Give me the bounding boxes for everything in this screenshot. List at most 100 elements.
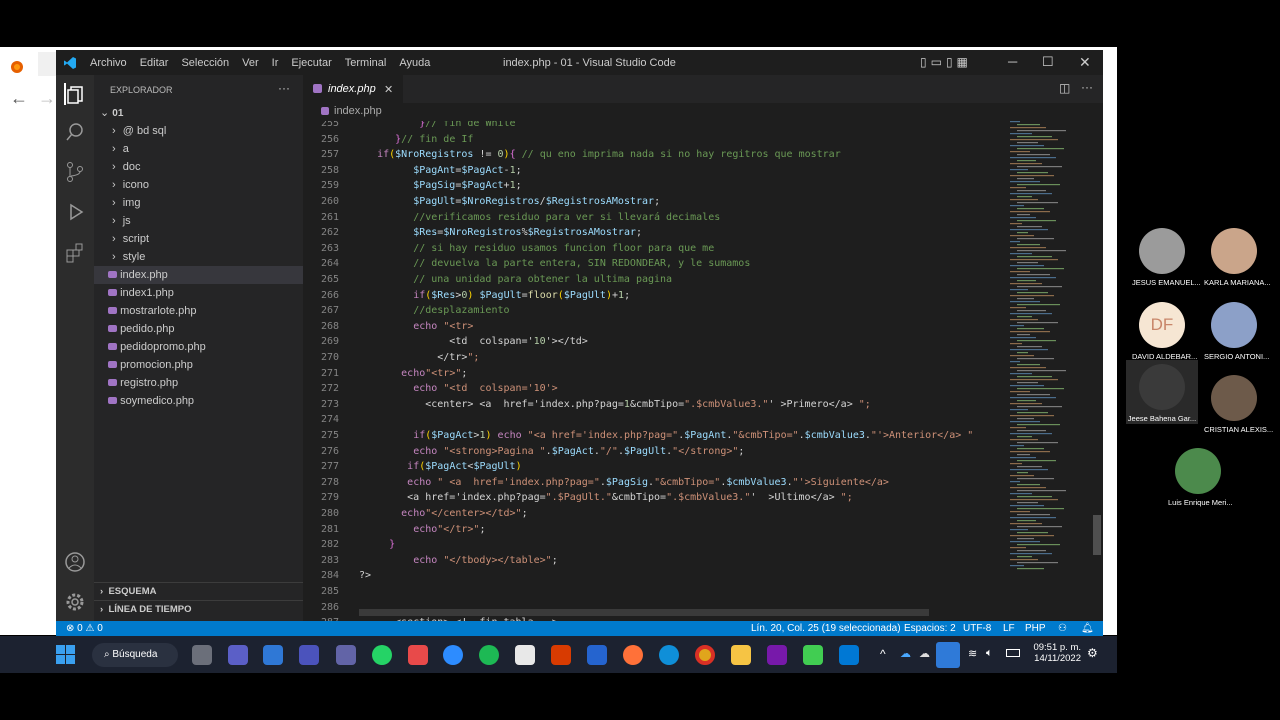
code-line[interactable]: <td colspan='10'></td> <box>359 334 588 350</box>
problems-indicator[interactable]: ⊗ 0 ⚠ 0 <box>66 621 103 636</box>
settings-gear-icon[interactable] <box>64 591 86 613</box>
code-line[interactable]: <a href='index.php?pag=".$PagUlt."&cmbTi… <box>359 490 853 506</box>
editor-more-icon[interactable]: ··· <box>1081 80 1093 94</box>
folder-item[interactable]: › script <box>94 230 303 248</box>
taskbar-search[interactable]: ⌕ Búsqueda <box>92 643 178 667</box>
code-line[interactable]: $PagAnt=$PagAct-1; <box>359 163 521 179</box>
layout-toggle-icons[interactable]: ▯▭▯▦ <box>920 55 972 69</box>
encoding[interactable]: UTF-8 <box>963 621 991 636</box>
code-line[interactable]: $PagUlt=$NroRegistros/$RegistrosAMostrar… <box>359 194 660 210</box>
file-item[interactable]: mostrarlote.php <box>94 302 303 320</box>
split-editor-icon[interactable]: ◫ <box>1059 81 1070 95</box>
source-control-icon[interactable] <box>64 161 86 183</box>
participant-tile[interactable]: SERGIO ANTONI... <box>1204 302 1269 361</box>
code-line[interactable]: echo"</tr>"; <box>359 522 485 538</box>
menu-ir[interactable]: Ir <box>272 57 279 69</box>
mail-icon[interactable] <box>263 645 283 665</box>
whatsapp-icon[interactable] <box>372 645 392 665</box>
menu-seleccion[interactable]: Selección <box>181 57 229 69</box>
chevron-up-icon[interactable]: ^ <box>880 647 886 661</box>
file-item[interactable]: index1.php <box>94 284 303 302</box>
volume-icon[interactable]: 🔈︎ <box>986 647 993 660</box>
maximize-button[interactable]: ☐ <box>1042 54 1054 70</box>
menu-ejecutar[interactable]: Ejecutar <box>291 57 331 69</box>
menu-ayuda[interactable]: Ayuda <box>399 57 430 69</box>
todo-icon[interactable] <box>587 645 607 665</box>
chrome-icon[interactable] <box>695 645 715 665</box>
back-arrow-icon[interactable]: ← <box>10 88 28 109</box>
code-line[interactable]: // si hay residuo usamos funcion floor p… <box>359 241 714 257</box>
eol[interactable]: LF <box>1003 621 1015 636</box>
code-line[interactable]: ?> <box>359 568 371 584</box>
chat-icon[interactable] <box>228 645 248 665</box>
cursor-position[interactable]: Lín. 20, Col. 25 (19 seleccionada) <box>751 621 901 636</box>
participant-tile[interactable]: Luis Enrique Meri... <box>1168 448 1233 507</box>
task-view-icon[interactable] <box>192 645 212 665</box>
store-icon[interactable] <box>515 645 535 665</box>
forward-arrow-icon[interactable]: → <box>38 88 56 109</box>
teams-icon[interactable] <box>299 645 319 665</box>
file-item[interactable]: soymedico.php <box>94 392 303 410</box>
folder-item[interactable]: › img <box>94 194 303 212</box>
code-line[interactable]: }// fin de While <box>359 121 515 132</box>
windows-start-icon[interactable] <box>56 645 75 669</box>
folder-item[interactable]: › a <box>94 140 303 158</box>
cloud-icon[interactable]: ☁ <box>919 647 930 660</box>
code-line[interactable]: echo"<tr>"; <box>359 366 467 382</box>
menu-ver[interactable]: Ver <box>242 57 259 69</box>
participant-tile[interactable]: JESUS EMANUEL... <box>1132 228 1201 287</box>
code-line[interactable]: }// fin de If <box>359 132 473 148</box>
participant-tile[interactable]: CRISTIAN ALEXIS... <box>1204 375 1273 434</box>
code-line[interactable]: if($PagAct<$PagUlt) <box>359 459 521 475</box>
wifi-icon[interactable]: ≋ <box>968 647 977 660</box>
participant-tile[interactable]: Jeese Bahena Gar... <box>1126 360 1198 424</box>
microphone-icon[interactable] <box>936 642 960 668</box>
notification-center-icon[interactable]: ⚙︎ <box>1087 646 1098 660</box>
code-line[interactable]: echo "<tr> <box>359 319 473 335</box>
clock[interactable]: 09:51 p. m. 14/11/2022 <box>1033 642 1081 664</box>
browser-tab[interactable] <box>38 52 58 76</box>
teams-meeting-icon[interactable] <box>336 645 356 665</box>
account-icon[interactable] <box>64 551 86 573</box>
onedrive-icon[interactable]: ☁ <box>900 647 911 660</box>
code-line[interactable]: //verificamos residuo para ver si llevar… <box>359 210 720 226</box>
menu-terminal[interactable]: Terminal <box>345 57 387 69</box>
indentation[interactable]: Espacios: 2 <box>904 621 956 636</box>
battery-icon[interactable] <box>1006 649 1020 657</box>
folder-item[interactable]: › icono <box>94 176 303 194</box>
code-line[interactable]: $Res=$NroRegistros%$RegistrosAMostrar; <box>359 225 642 241</box>
code-line[interactable]: } <box>359 537 395 553</box>
extensions-icon[interactable] <box>64 241 86 263</box>
close-window-button[interactable]: ✕ <box>1079 54 1091 71</box>
code-line[interactable]: echo "<strong>Pagina ".$PagAct."/".$PagU… <box>359 444 744 460</box>
explorer-icon[interactable] <box>64 83 86 105</box>
file-explorer-icon[interactable] <box>731 645 751 665</box>
code-line[interactable]: echo "</tbody></table>"; <box>359 553 558 569</box>
participant-tile[interactable]: DF DAVID ALDEBAR... <box>1132 302 1197 361</box>
timeline-section[interactable]: › LÍNEA DE TIEMPO <box>94 600 303 618</box>
office-icon[interactable] <box>551 645 571 665</box>
more-actions-icon[interactable]: ··· <box>278 81 290 95</box>
spotify-icon[interactable] <box>479 645 499 665</box>
code-line[interactable]: </tr>"; <box>359 350 479 366</box>
horizontal-scrollbar[interactable] <box>359 609 929 616</box>
editor-scrollbar[interactable] <box>1093 515 1101 555</box>
code-line[interactable]: echo"</center></td>"; <box>359 506 527 522</box>
minimap[interactable] <box>1008 121 1098 581</box>
minimize-button[interactable]: ─ <box>1008 54 1017 69</box>
code-line[interactable]: if($Res>0) $PagUlt=floor($PagUlt)+1; <box>359 288 630 304</box>
code-line[interactable]: //desplazamiento <box>359 303 509 319</box>
onenote-icon[interactable] <box>767 645 787 665</box>
firefox-icon[interactable] <box>623 645 643 665</box>
file-item[interactable]: promocion.php <box>94 356 303 374</box>
notifications-bell-icon[interactable]: 🔔︎ <box>1081 621 1094 636</box>
folder-item[interactable]: › doc <box>94 158 303 176</box>
code-editor[interactable]: 255 }// fin de While 256 }// fin de If 257… <box>303 121 1003 621</box>
close-tab-icon[interactable]: ✕ <box>384 83 393 96</box>
qt-icon[interactable] <box>803 645 823 665</box>
tab-index-php[interactable]: index.php ✕ <box>303 75 403 103</box>
code-line[interactable]: $PagSig=$PagAct+1; <box>359 178 521 194</box>
search-icon[interactable] <box>64 121 86 143</box>
menu-archivo[interactable]: Archivo <box>90 57 127 69</box>
folder-item[interactable]: › style <box>94 248 303 266</box>
